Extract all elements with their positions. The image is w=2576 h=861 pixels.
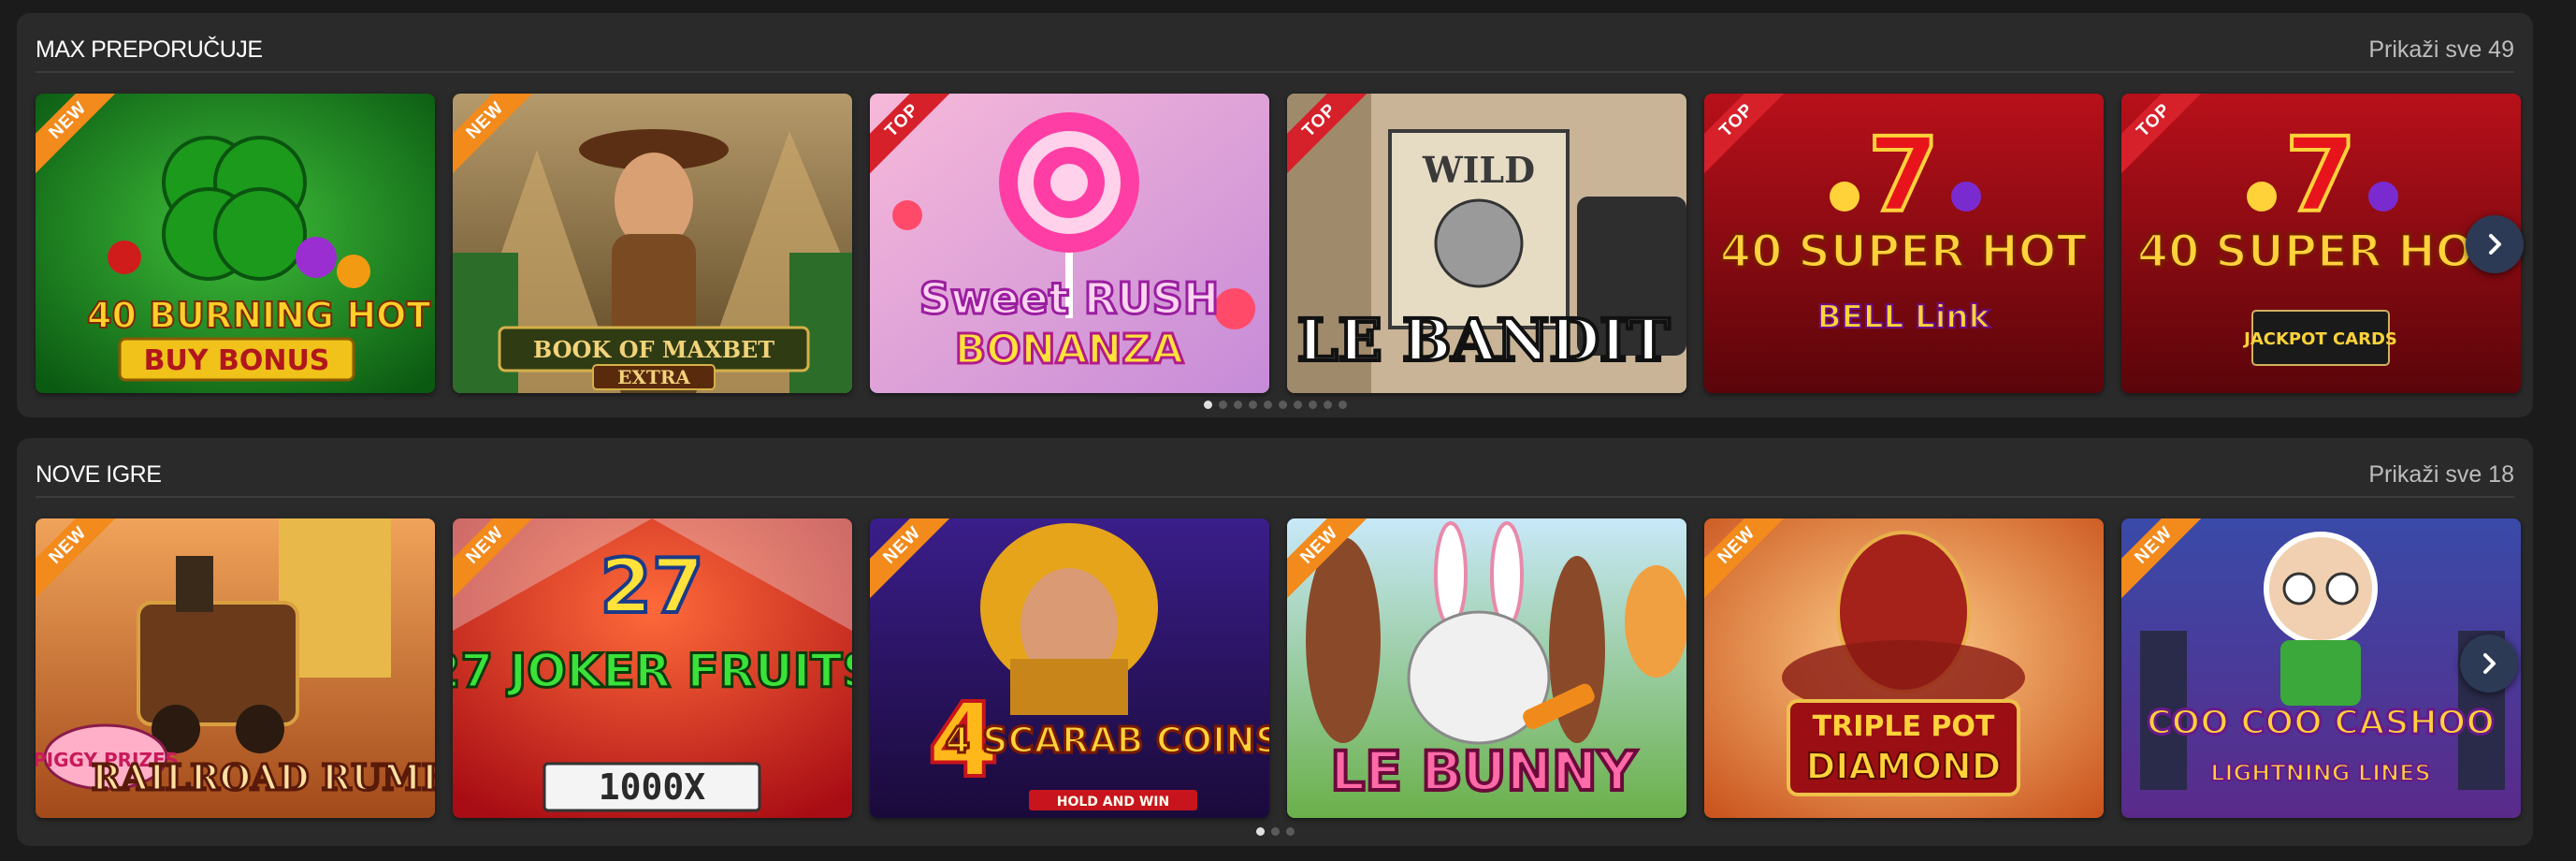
- game-title-line1: 4 SCARAB COINS: [946, 720, 1269, 761]
- game-card-triple-pot-diamond[interactable]: TRIPLE POT DIAMOND NEW: [1704, 518, 2104, 818]
- game-title-line2: EXTRA: [617, 366, 690, 388]
- game-card-40-super-hot-bell-link[interactable]: 7 40 SUPER HOT BELL Link TOP: [1704, 94, 2104, 393]
- game-title-line1: LE BANDIT: [1297, 306, 1671, 374]
- game-card-book-of-maxbet-extra[interactable]: BOOK OF MAXBET EXTRA NEW: [453, 94, 852, 393]
- game-title-line1: 40 SUPER HOT: [2137, 226, 2505, 278]
- game-title-line1: 27 JOKER FRUITS: [453, 644, 852, 698]
- game-thumbnail: BOOK OF MAXBET EXTRA: [453, 94, 852, 393]
- game-carousel: 40 BURNING HOT BUY BONUS NEW BOOK OF MAX…: [36, 94, 2524, 393]
- game-title-line2: HOLD AND WIN: [1057, 795, 1169, 810]
- pagination-dot[interactable]: [1255, 827, 1265, 836]
- show-all-link[interactable]: Prikaži sve 49: [2368, 36, 2514, 64]
- section-title: MAX PREPORUČUJE: [36, 36, 263, 63]
- game-title-line2: BELL Link: [1817, 299, 1991, 336]
- game-carousel: PIGGY PRIZES RAILROAD RUMBLE NEW 27 27 J…: [36, 518, 2521, 818]
- recommended-section: MAX PREPORUČUJE Prikaži sve 49 40 BURNIN…: [17, 13, 2533, 417]
- pagination-dot[interactable]: [1323, 401, 1332, 409]
- section-title: NOVE IGRE: [36, 460, 162, 488]
- carousel-next-button[interactable]: [2466, 215, 2524, 273]
- pagination-dot[interactable]: [1338, 401, 1347, 409]
- section-header: MAX PREPORUČUJE Prikaži sve 49: [36, 28, 2514, 73]
- svg-text:WILD: WILD: [1422, 149, 1535, 191]
- svg-text:7: 7: [2285, 115, 2357, 235]
- show-all-link[interactable]: Prikaži sve 18: [2368, 461, 2514, 489]
- pagination-dot[interactable]: [1308, 401, 1317, 409]
- pagination-dot[interactable]: [1278, 401, 1287, 409]
- pagination-dot[interactable]: [1270, 827, 1280, 836]
- section-header: NOVE IGRE Prikaži sve 18: [36, 453, 2514, 498]
- game-title-line2: LIGHTNING LINES: [2210, 760, 2431, 786]
- game-card-4-scarab-coins[interactable]: 4 4 SCARAB COINS HOLD AND WIN NEW: [870, 518, 1269, 818]
- svg-text:27: 27: [600, 543, 703, 630]
- game-title-line2: DIAMOND: [1806, 746, 2002, 787]
- game-title-line1: LE BUNNY: [1330, 739, 1637, 803]
- game-thumbnail: 7 40 SUPER HOT BELL Link: [1704, 94, 2104, 393]
- chevron-right-icon: [2489, 234, 2501, 255]
- game-title-line2: JACKPOT CARDS: [2242, 329, 2397, 349]
- game-thumbnail: 40 BURNING HOT BUY BONUS: [36, 94, 435, 393]
- carousel-pagination: [17, 827, 2533, 836]
- pagination-dot[interactable]: [1233, 401, 1242, 409]
- game-card-piggy-prizes-railroad-rumble[interactable]: PIGGY PRIZES RAILROAD RUMBLE NEW: [36, 518, 435, 818]
- game-thumbnail: LE BUNNY: [1287, 518, 1686, 818]
- game-thumbnail: TRIPLE POT DIAMOND: [1704, 518, 2104, 818]
- pagination-dot[interactable]: [1248, 401, 1257, 409]
- svg-text:7: 7: [1868, 115, 1940, 235]
- game-card-sweet-rush-bonanza[interactable]: Sweet RUSH BONANZA TOP: [870, 94, 1269, 393]
- game-title-line2: BUY BONUS: [144, 344, 330, 377]
- game-card-le-bunny[interactable]: LE BUNNY NEW: [1287, 518, 1686, 818]
- game-thumbnail: WILD LE BANDIT: [1287, 94, 1686, 393]
- new-games-section: NOVE IGRE Prikaži sve 18 PIGGY PRIZES RA…: [17, 438, 2533, 846]
- pagination-dot[interactable]: [1203, 401, 1212, 409]
- game-title-line2: RAILROAD RUMBLE: [92, 756, 435, 798]
- game-title-line1: TRIPLE POT: [1813, 710, 1995, 743]
- game-title-line1: COO COO CASHOO: [2147, 704, 2495, 742]
- game-card-le-bandit[interactable]: WILD LE BANDIT TOP: [1287, 94, 1686, 393]
- game-title-line2: 1000X: [599, 766, 706, 808]
- game-thumbnail: PIGGY PRIZES RAILROAD RUMBLE: [36, 518, 435, 818]
- pagination-dot[interactable]: [1263, 401, 1272, 409]
- game-title-line1: 40 SUPER HOT: [1720, 226, 2088, 278]
- game-title-line1: BOOK OF MAXBET: [533, 336, 774, 363]
- pagination-dot[interactable]: [1218, 401, 1227, 409]
- game-thumbnail: 27 27 JOKER FRUITS 1000X: [453, 518, 852, 818]
- game-title-line1: 40 BURNING HOT: [87, 295, 430, 336]
- game-card-40-burning-hot-buy-bonus[interactable]: 40 BURNING HOT BUY BONUS NEW: [36, 94, 435, 393]
- game-thumbnail: Sweet RUSH BONANZA: [870, 94, 1269, 393]
- pagination-dot[interactable]: [1285, 827, 1295, 836]
- game-thumbnail: 4 4 SCARAB COINS HOLD AND WIN: [870, 518, 1269, 818]
- chevron-right-icon: [2483, 653, 2496, 674]
- game-title-line1: Sweet RUSH: [919, 273, 1219, 324]
- game-thumbnail: 7 40 SUPER HOT JACKPOT CARDS: [2121, 94, 2521, 393]
- carousel-next-button[interactable]: [2460, 635, 2518, 693]
- game-card-27-joker-fruits[interactable]: 27 27 JOKER FRUITS 1000X NEW: [453, 518, 852, 818]
- game-title-line2: BONANZA: [955, 326, 1184, 373]
- game-card-40-super-hot-jackpot-cards[interactable]: 7 40 SUPER HOT JACKPOT CARDS TOP: [2121, 94, 2521, 393]
- carousel-pagination: [17, 401, 2533, 409]
- pagination-dot[interactable]: [1293, 401, 1302, 409]
